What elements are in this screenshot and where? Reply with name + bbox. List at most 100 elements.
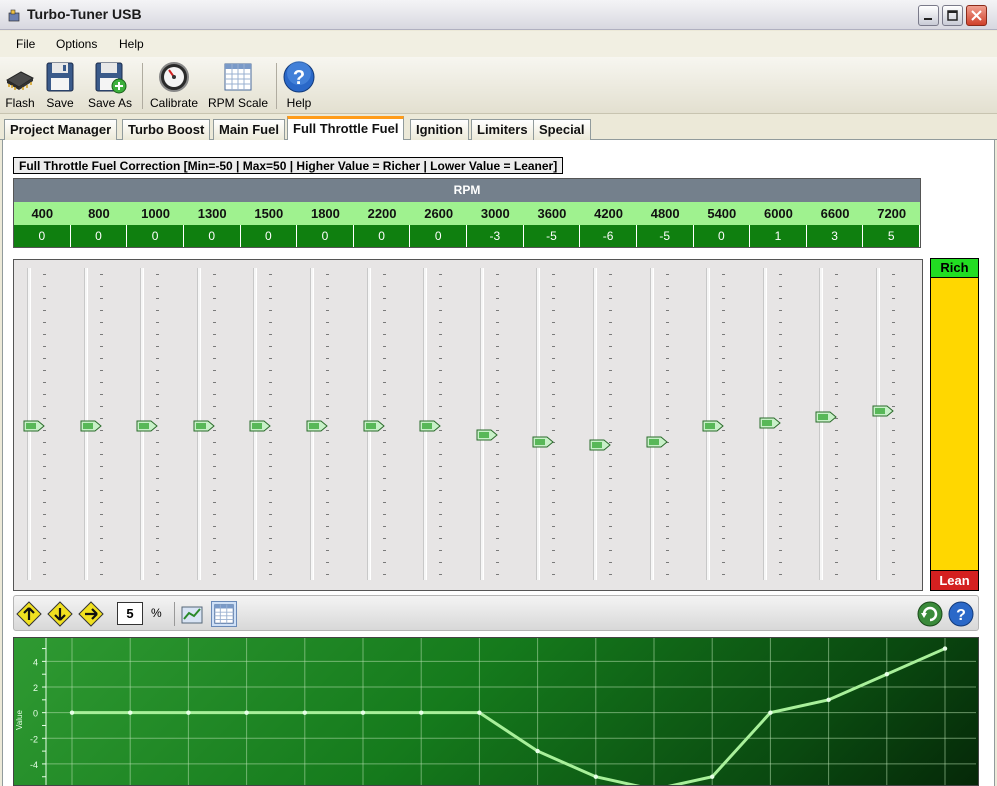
refresh-icon[interactable]: [917, 601, 943, 627]
slider-thumb[interactable]: [759, 417, 781, 429]
slider-thumb[interactable]: [363, 420, 385, 432]
flash-button[interactable]: Flash: [3, 60, 37, 114]
slider-thumb[interactable]: [136, 420, 158, 432]
rpm-header: RPM: [14, 179, 920, 202]
minimize-button[interactable]: [918, 5, 939, 26]
save-as-button[interactable]: Save As: [85, 60, 135, 114]
calibrate-button[interactable]: Calibrate: [150, 60, 198, 114]
value-cell[interactable]: -5: [523, 225, 581, 247]
tab-strip: Project Manager Turbo Boost Main Fuel Fu…: [0, 115, 997, 141]
tab-full-throttle-fuel[interactable]: Full Throttle Fuel: [287, 116, 405, 141]
value-cell[interactable]: 3: [806, 225, 864, 247]
gauge-icon: [159, 62, 189, 92]
slider-track[interactable]: [536, 268, 541, 580]
slider-track[interactable]: [479, 268, 484, 580]
value-cell[interactable]: 0: [240, 225, 298, 247]
chart-view-icon[interactable]: [180, 601, 206, 627]
series-line: [72, 647, 946, 785]
slider-track[interactable]: [649, 268, 654, 580]
tab-limiters[interactable]: Limiters: [471, 119, 534, 140]
value-cell[interactable]: -5: [636, 225, 694, 247]
rpm-cell: 1000: [141, 206, 171, 221]
save-label: Save: [46, 96, 74, 110]
rpm-cell: 2200: [367, 206, 397, 221]
arrow-right-icon[interactable]: [78, 601, 104, 627]
rpm-cell: 4800: [650, 206, 680, 221]
slider-track[interactable]: [593, 268, 597, 580]
maximize-icon: [947, 10, 958, 21]
tab-turbo-boost[interactable]: Turbo Boost: [122, 119, 211, 140]
slider-thumb[interactable]: [532, 436, 555, 448]
rich-label: Rich: [931, 259, 978, 278]
slider-thumb[interactable]: [476, 429, 498, 441]
save-as-icon: [95, 62, 127, 94]
rpm-cell: 1500: [254, 206, 284, 221]
slider-thumb[interactable]: [249, 420, 272, 432]
tab-project-manager[interactable]: Project Manager: [4, 119, 118, 140]
value-cell[interactable]: 0: [297, 225, 354, 247]
correction-graph: 4 2 0 -2 -4 Value: [13, 637, 979, 786]
data-point: [419, 710, 424, 715]
value-cell[interactable]: -3: [467, 225, 524, 247]
slider-thumb[interactable]: [589, 439, 611, 451]
help-button[interactable]: ? Help: [282, 60, 316, 114]
tab-special[interactable]: Special: [533, 119, 591, 140]
control-separator: [174, 602, 175, 626]
slider-thumb[interactable]: [306, 420, 328, 432]
tab-ignition[interactable]: Ignition: [410, 119, 469, 140]
value-cell[interactable]: 0: [693, 225, 751, 247]
data-point: [186, 710, 191, 715]
step-input[interactable]: 5: [117, 602, 143, 625]
slider-thumb[interactable]: [419, 420, 441, 432]
rpm-cell: 400: [31, 206, 54, 221]
data-point: [535, 748, 540, 754]
rpm-cell: 3000: [480, 206, 510, 221]
save-button[interactable]: Save: [44, 60, 76, 114]
close-button[interactable]: [966, 5, 987, 26]
toolbar-separator: [276, 63, 277, 109]
slider-thumb[interactable]: [23, 420, 45, 432]
y-tick-label: 0: [33, 709, 38, 719]
save-as-label: Save As: [87, 96, 133, 110]
help-icon[interactable]: ?: [948, 601, 974, 627]
rpm-scale-button[interactable]: RPM Scale: [208, 60, 268, 114]
slider-thumb[interactable]: [193, 420, 215, 432]
slider-thumb[interactable]: [80, 420, 102, 432]
slider-track[interactable]: [876, 268, 880, 580]
percent-label: %: [151, 606, 162, 620]
value-cell[interactable]: 5: [863, 225, 920, 247]
close-icon: [971, 10, 982, 21]
slider-panel: [13, 259, 923, 591]
slider-thumb[interactable]: [702, 420, 724, 432]
table-view-icon[interactable]: [211, 601, 237, 627]
slider-track[interactable]: [819, 268, 824, 580]
arrow-down-icon[interactable]: [47, 601, 73, 627]
toolbar-separator: [142, 63, 143, 109]
maximize-button[interactable]: [942, 5, 963, 26]
rpm-cell: 2600: [424, 206, 454, 221]
value-cell[interactable]: 0: [353, 225, 411, 247]
rpm-cell: 4200: [594, 206, 624, 221]
tab-main-fuel[interactable]: Main Fuel: [213, 119, 285, 140]
data-point: [128, 710, 133, 715]
menu-help[interactable]: Help: [119, 37, 144, 51]
menu-options[interactable]: Options: [56, 37, 97, 51]
calibrate-label: Calibrate: [150, 96, 199, 110]
value-cell[interactable]: 1: [750, 225, 807, 247]
value-cell[interactable]: 0: [183, 225, 241, 247]
slider-thumb[interactable]: [646, 436, 668, 448]
value-cell[interactable]: 0: [14, 225, 71, 247]
data-point: [826, 697, 831, 703]
data-point: [477, 710, 482, 715]
slider-ticks: [665, 274, 669, 576]
chip-icon: [6, 71, 35, 90]
arrow-up-icon[interactable]: [16, 601, 42, 627]
value-cell[interactable]: 0: [127, 225, 184, 247]
value-cell[interactable]: -6: [580, 225, 637, 247]
y-tick-label: -2: [30, 734, 38, 744]
slider-thumb[interactable]: [815, 411, 838, 423]
slider-thumb[interactable]: [872, 405, 894, 417]
value-cell[interactable]: 0: [70, 225, 128, 247]
value-cell[interactable]: 0: [410, 225, 467, 247]
menu-file[interactable]: File: [16, 37, 35, 51]
